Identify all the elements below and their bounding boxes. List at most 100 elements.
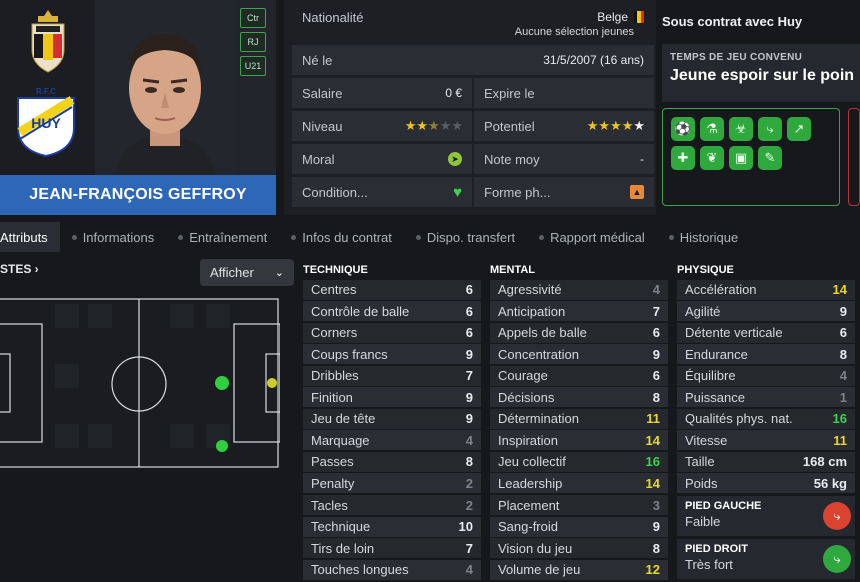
club-crest[interactable]: R.F.C HUY [14,84,78,158]
birth-value: 31/5/2007 (16 ans) [543,53,644,67]
attribute-row[interactable]: Tirs de loin 7 [303,538,481,559]
left-foot-label: PIED GAUCHE [685,500,762,513]
attribute-row[interactable]: Contrôle de balle 6 [303,301,481,322]
attribute-row[interactable]: Concentration 9 [490,344,668,365]
birth-label: Né le [302,52,333,68]
salary-row: Salaire 0 € [292,78,472,108]
attribute-row[interactable]: Dribbles 7 [303,365,481,386]
physique-list: Accélération 14 Agilité 9 Détente verticale 6… [677,279,855,494]
attribute-value: 4 [465,562,473,578]
star-half-icon: ★ [428,118,440,133]
attribute-row[interactable]: Agressivité 4 [490,279,668,300]
form-label: Forme ph... [484,184,551,200]
attribute-row[interactable]: Décisions 8 [490,387,668,408]
trend-up-icon[interactable]: ↗ [787,117,811,141]
player-name: JEAN-FRANÇOIS GEFFROY [0,175,276,215]
belgium-federation-crest[interactable] [26,8,70,74]
tab-information[interactable]: Informations [60,222,167,252]
attribute-row[interactable]: Vitesse 11 [677,430,855,451]
form-row[interactable]: Forme ph... ▲ [474,177,654,207]
attribute-name: Jeu collectif [498,454,566,470]
attribute-row[interactable]: Jeu collectif 16 [490,451,668,472]
position-tag[interactable]: RJ [240,32,266,52]
attribute-row[interactable]: Sang-froid 9 [490,516,668,537]
tab-history[interactable]: Historique [657,222,751,252]
ball-foot-icon[interactable]: ⚽ [671,117,695,141]
tab-contract-info[interactable]: Infos du contrat [279,222,404,252]
positions-heading[interactable]: STES › [0,262,39,276]
attribute-row[interactable]: Appels de balle 6 [490,322,668,343]
info-panel: Nationalité Belge Aucune sélection jeune… [284,0,656,215]
attribute-row[interactable]: Passes 8 [303,451,481,472]
biohazard-icon[interactable]: ☣ [729,117,753,141]
tab-medical-report[interactable]: Rapport médical [527,222,657,252]
star-icon: ★ [621,118,634,133]
level-row[interactable]: Niveau ★ ★ ★ ★ ★ [292,111,472,141]
attribute-row[interactable]: Inspiration 14 [490,430,668,451]
tab-label: Informations [82,229,155,245]
position-dot [267,378,277,388]
attribute-row[interactable]: Marquage 4 [303,430,481,451]
star-icon: ★ [404,118,417,133]
nationality-row[interactable]: Nationalité Belge Aucune sélection jeune… [292,4,654,40]
potential-row[interactable]: Potentiel ★ ★ ★ ★ ★ [474,111,654,141]
attribute-name: Contrôle de balle [311,303,410,319]
star-icon: ★ [633,118,645,133]
attribute-row[interactable]: Technique 10 [303,516,481,537]
condition-row[interactable]: Condition... ♥ [292,177,472,207]
attribute-row[interactable]: Qualités phys. nat. 16 [677,408,855,429]
attribute-row[interactable]: Accélération 14 [677,279,855,300]
attribute-row[interactable]: Placement 3 [490,495,668,516]
display-dropdown[interactable]: Afficher ⌄ [200,259,294,286]
position-tag[interactable]: Ctr [240,8,266,28]
contract-icon[interactable]: ✎ [758,146,782,170]
attribute-row[interactable]: Poids 56 kg [677,473,855,494]
attribute-row[interactable]: Leadership 14 [490,473,668,494]
attribute-row[interactable]: Volume de jeu 12 [490,559,668,580]
attribute-row[interactable]: Puissance 1 [677,387,855,408]
attribute-name: Agilité [685,303,721,319]
attribute-row[interactable]: Coups francs 9 [303,344,481,365]
money-icon[interactable]: ▣ [729,146,753,170]
attribute-row[interactable]: Tacles 2 [303,495,481,516]
attribute-row[interactable]: Anticipation 7 [490,301,668,322]
attribute-row[interactable]: Endurance 8 [677,344,855,365]
attribute-row[interactable]: Équilibre 4 [677,365,855,386]
attribute-row[interactable]: Courage 6 [490,365,668,386]
morale-row[interactable]: Moral ➤ [292,144,472,174]
attribute-row[interactable]: Détermination 11 [490,408,668,429]
attribute-row[interactable]: Agilité 9 [677,301,855,322]
attribute-row[interactable]: Penalty 2 [303,473,481,494]
tab-label: Dispo. transfert [426,229,516,245]
attribute-value: 7 [465,540,473,556]
playtime-value: Jeune espoir sur le poin [670,67,855,84]
attribute-name: Vitesse [685,432,728,448]
position-tags: Ctr RJ U21 [240,8,266,76]
tab-transfer-status[interactable]: Dispo. transfert [404,222,527,252]
contract-title[interactable]: Sous contrat avec Huy [662,14,802,29]
attribute-row[interactable]: Jeu de tête 9 [303,408,481,429]
attribute-row[interactable]: Touches longues 4 [303,559,481,580]
attribute-row[interactable]: Détente verticale 6 [677,322,855,343]
attribute-row[interactable]: Centres 6 [303,279,481,300]
attribute-row[interactable]: Taille 168 cm [677,451,855,472]
tab-training[interactable]: Entraînement [166,222,279,252]
tab-label: Infos du contrat [302,229,392,245]
tab-label: Rapport médical [550,229,645,245]
leaf-icon[interactable]: ❦ [700,146,724,170]
tab-bar: Attributs Informations Entraînement Info… [0,222,860,252]
chevron-down-icon: ⌄ [274,267,284,279]
bandage-icon[interactable]: ✚ [671,146,695,170]
attribute-name: Courage [498,368,548,384]
boot-icon[interactable]: ⤷ [758,117,782,141]
position-tag[interactable]: U21 [240,56,266,76]
tab-attributes[interactable]: Attributs [0,222,60,252]
attribute-value: 14 [832,282,847,298]
attribute-row[interactable]: Vision du jeu 8 [490,538,668,559]
attribute-name: Dribbles [311,368,359,384]
flask-icon[interactable]: ⚗ [700,117,724,141]
salary-label: Salaire [302,85,343,101]
attribute-row[interactable]: Corners 6 [303,322,481,343]
attribute-row[interactable]: Finition 9 [303,387,481,408]
attribute-value: 6 [465,303,473,319]
